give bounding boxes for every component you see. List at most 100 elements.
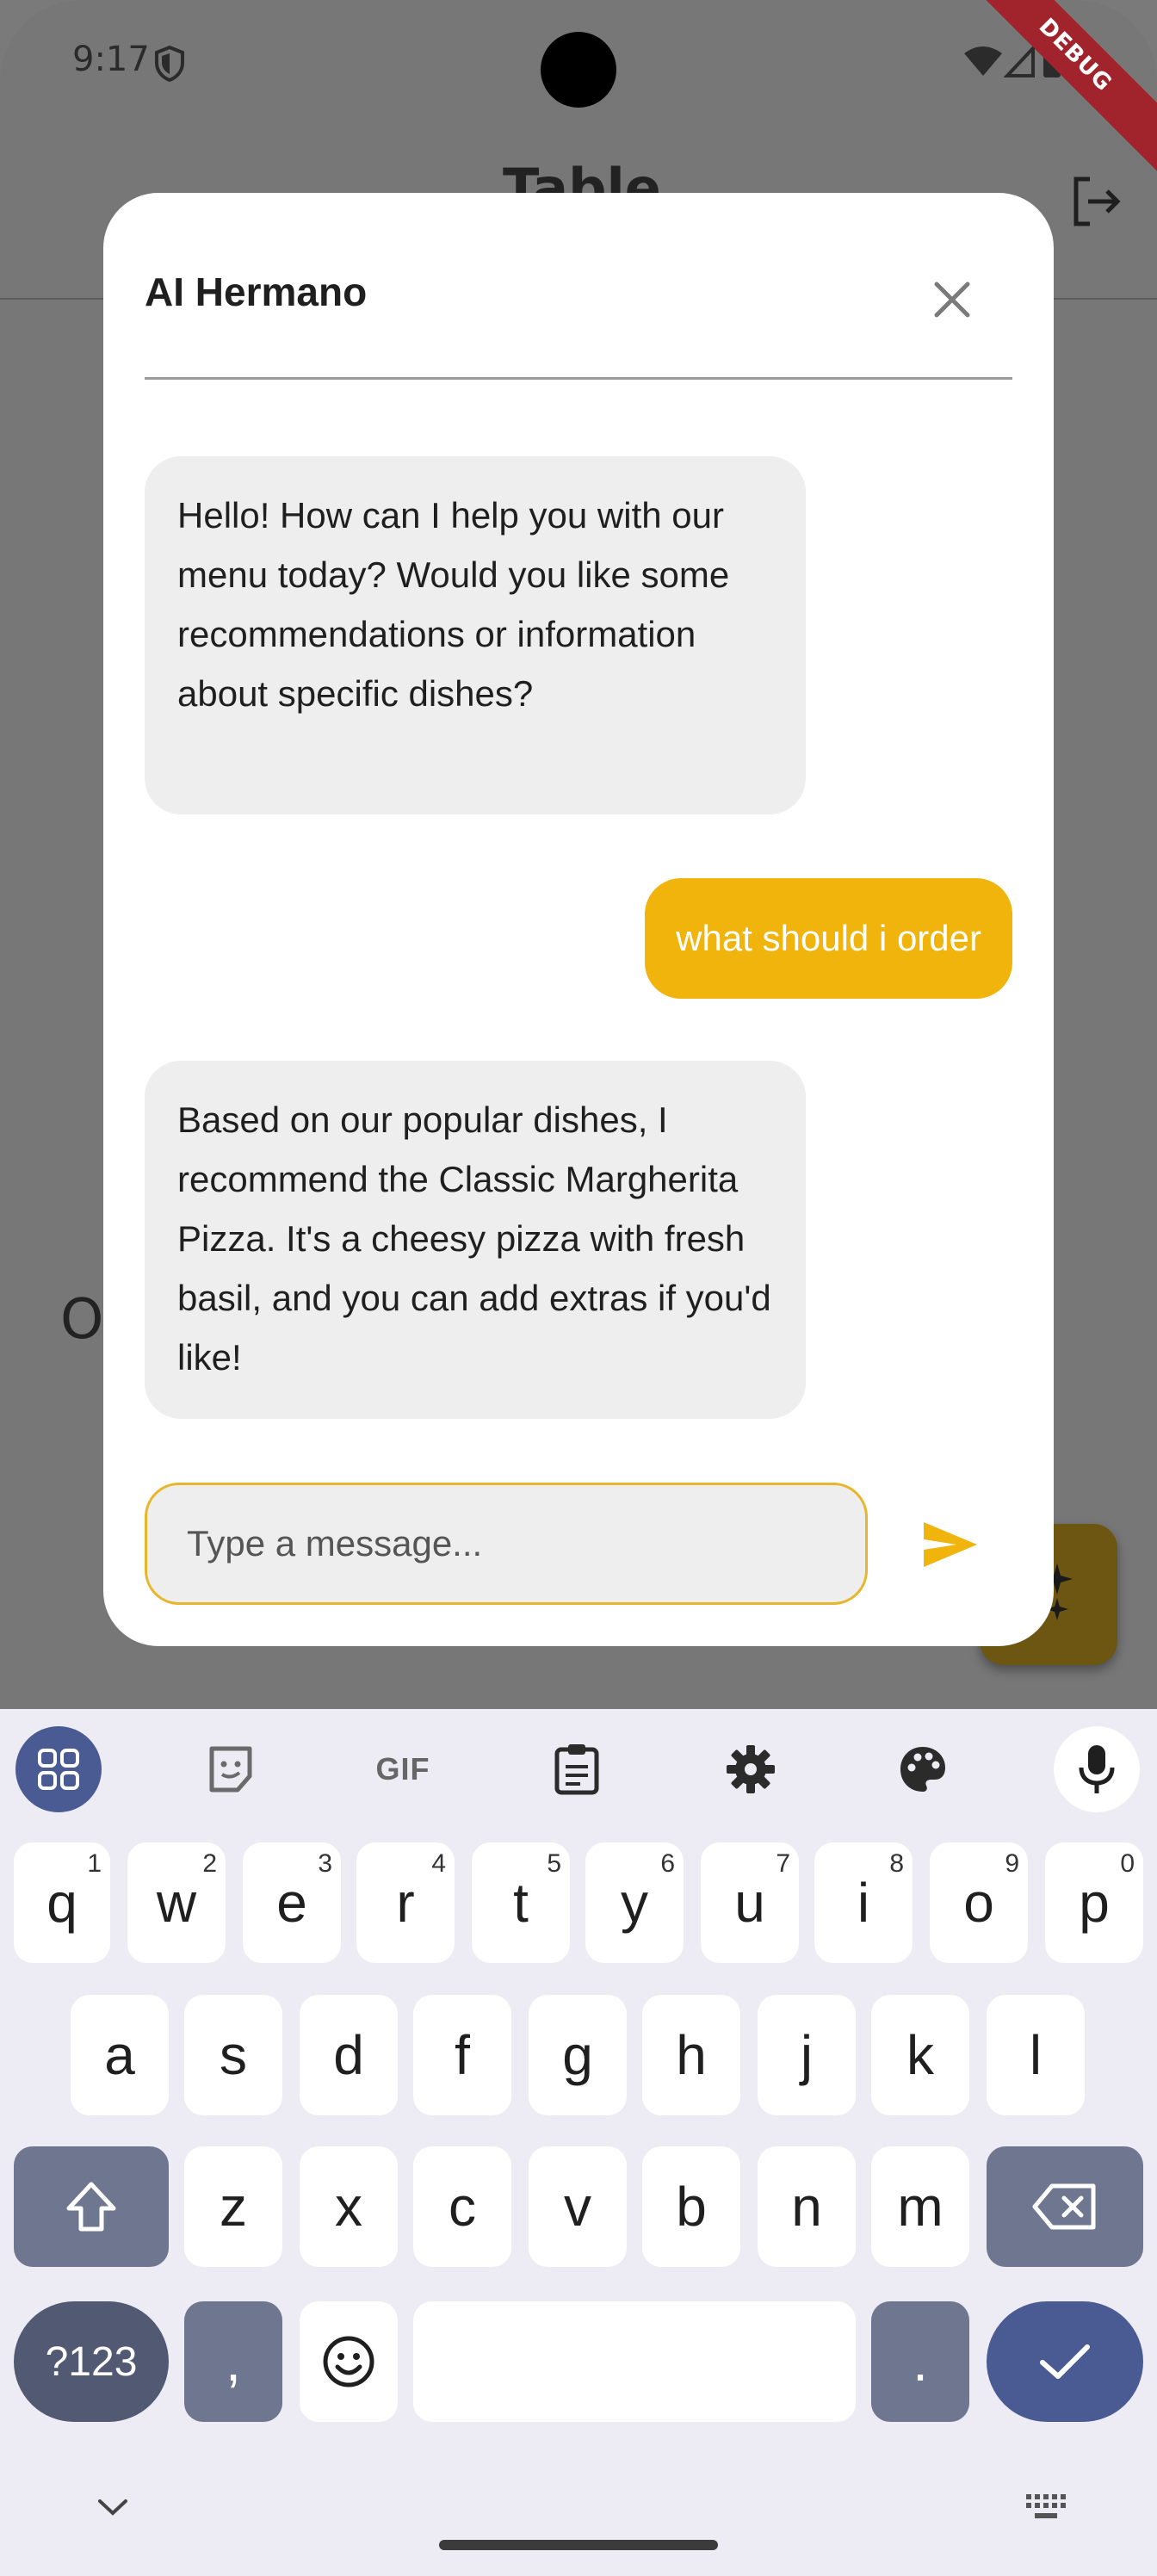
space-key[interactable] [413, 2301, 856, 2422]
key-label: p [1079, 1872, 1110, 1934]
key-label: . [913, 2331, 928, 2393]
emoji-icon [323, 2336, 374, 2387]
hide-keyboard-icon[interactable] [96, 2498, 129, 2518]
gesture-nav-handle[interactable] [439, 2540, 718, 2550]
shield-icon [155, 45, 184, 83]
settings-button[interactable] [708, 1726, 794, 1812]
theme-button[interactable] [880, 1726, 966, 1812]
key-label: v [564, 2176, 591, 2238]
user-message: what should i order [645, 878, 1012, 999]
apps-grid-button[interactable] [15, 1726, 102, 1812]
key-label: o [963, 1872, 994, 1934]
status-time: 9:17 [72, 40, 150, 79]
key-s[interactable]: s [184, 1995, 282, 2115]
key-m[interactable]: m [871, 2146, 969, 2267]
clipboard-button[interactable] [534, 1726, 620, 1812]
key-label: z [220, 2176, 247, 2238]
key-hint: 5 [547, 1849, 561, 1878]
key-label: m [897, 2176, 944, 2238]
bot-message: Based on our popular dishes, I recommend… [145, 1061, 806, 1419]
key-u[interactable]: u7 [701, 1842, 799, 1963]
sticker-icon [209, 1746, 252, 1793]
key-g[interactable]: g [529, 1995, 627, 2115]
on-screen-keyboard: GIF q 1 w 2 e 3 r 4 t 5 y 6 u 7 i 8 o 9 … [0, 1709, 1157, 2576]
key-label: s [220, 2024, 247, 2086]
key-e[interactable]: e3 [243, 1842, 341, 1963]
bot-message: Hello! How can I help you with our menu … [145, 456, 806, 814]
key-label: e [276, 1872, 307, 1934]
key-l[interactable]: l [987, 1995, 1085, 2115]
key-q[interactable]: q1 [14, 1842, 110, 1963]
symbols-key[interactable]: ?123 [14, 2301, 169, 2422]
key-label: u [734, 1872, 765, 1934]
backspace-key[interactable] [987, 2146, 1143, 2267]
key-hint: 1 [87, 1849, 102, 1878]
key-label: w [156, 1872, 197, 1934]
key-c[interactable]: c [413, 2146, 511, 2267]
key-h[interactable]: h [642, 1995, 740, 2115]
gif-button[interactable]: GIF [360, 1726, 446, 1812]
shift-key[interactable] [14, 2146, 169, 2267]
backspace-icon [1032, 2183, 1096, 2230]
key-label: h [676, 2024, 707, 2086]
key-o[interactable]: o9 [930, 1842, 1028, 1963]
sticker-button[interactable] [188, 1726, 274, 1812]
key-label: r [396, 1872, 415, 1934]
key-label: b [676, 2176, 707, 2238]
key-label: f [455, 2024, 470, 2086]
key-b[interactable]: b [642, 2146, 740, 2267]
close-button[interactable] [925, 272, 980, 327]
send-icon [924, 1522, 977, 1567]
key-hint: 7 [776, 1849, 790, 1878]
key-n[interactable]: n [758, 2146, 856, 2267]
key-label: i [857, 1872, 870, 1934]
emoji-key[interactable] [300, 2301, 398, 2422]
key-t[interactable]: t5 [472, 1842, 570, 1963]
status-bar: 9:17 DEBUG [0, 0, 1157, 173]
key-d[interactable]: d [300, 1995, 398, 2115]
key-z[interactable]: z [184, 2146, 282, 2267]
gif-label: GIF [375, 1751, 430, 1786]
key-k[interactable]: k [871, 1995, 969, 2115]
key-label: , [226, 2331, 241, 2393]
key-v[interactable]: v [529, 2146, 627, 2267]
palette-icon [900, 1747, 945, 1792]
key-r[interactable]: r4 [356, 1842, 455, 1963]
key-label: l [1029, 2024, 1043, 2086]
logout-icon[interactable] [1064, 170, 1126, 232]
voice-input-button[interactable] [1054, 1726, 1140, 1812]
keyboard-switch-icon[interactable] [1024, 2492, 1067, 2523]
debug-banner: DEBUG [957, 0, 1157, 173]
comma-key[interactable]: , [184, 2301, 282, 2422]
send-button[interactable] [916, 1510, 985, 1579]
dialog-divider [145, 377, 1012, 380]
message-input[interactable] [145, 1483, 868, 1605]
key-label: x [335, 2176, 362, 2238]
key-j[interactable]: j [758, 1995, 856, 2115]
key-f[interactable]: f [413, 1995, 511, 2115]
key-hint: 0 [1120, 1849, 1135, 1878]
key-w[interactable]: w2 [127, 1842, 226, 1963]
key-a[interactable]: a [71, 1995, 169, 2115]
period-key[interactable]: . [871, 2301, 969, 2422]
key-hint: 6 [660, 1849, 675, 1878]
key-y[interactable]: y6 [585, 1842, 684, 1963]
keyboard-bottom-bar [0, 2467, 1157, 2576]
key-hint: 3 [318, 1849, 332, 1878]
dialog-title: AI Hermano [145, 269, 368, 314]
key-i[interactable]: i8 [814, 1842, 913, 1963]
key-label: d [333, 2024, 364, 2086]
key-label: q [46, 1872, 77, 1934]
key-label: k [906, 2024, 934, 2086]
key-label: a [104, 2024, 135, 2086]
key-p[interactable]: p0 [1045, 1842, 1143, 1963]
key-x[interactable]: x [300, 2146, 398, 2267]
key-label: t [513, 1872, 529, 1934]
key-hint: 4 [431, 1849, 446, 1878]
key-hint: 2 [202, 1849, 217, 1878]
key-label: c [449, 2176, 476, 2238]
keyboard-toolbar: GIF [0, 1709, 1157, 1821]
key-label: ?123 [45, 2338, 138, 2385]
done-key[interactable] [987, 2301, 1143, 2422]
key-label: n [791, 2176, 822, 2238]
